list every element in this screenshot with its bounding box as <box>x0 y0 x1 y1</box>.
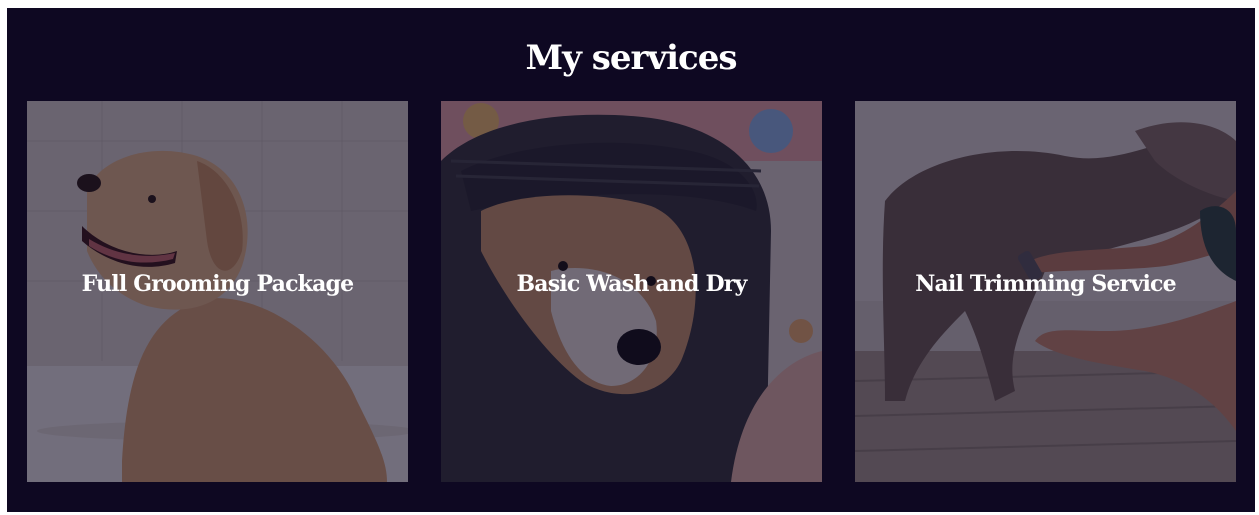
service-card-nail-trimming[interactable]: Nail Trimming Service <box>855 101 1236 482</box>
service-card-basic-wash[interactable]: Basic Wash and Dry <box>441 101 822 482</box>
services-section: My services Full Grooming Package Basic … <box>7 8 1255 512</box>
service-label: Nail Trimming Service <box>915 271 1176 297</box>
service-label: Basic Wash and Dry <box>516 271 747 297</box>
service-card-full-grooming[interactable]: Full Grooming Package <box>27 101 408 482</box>
service-label: Full Grooming Package <box>81 271 354 297</box>
section-title: My services <box>525 38 737 78</box>
